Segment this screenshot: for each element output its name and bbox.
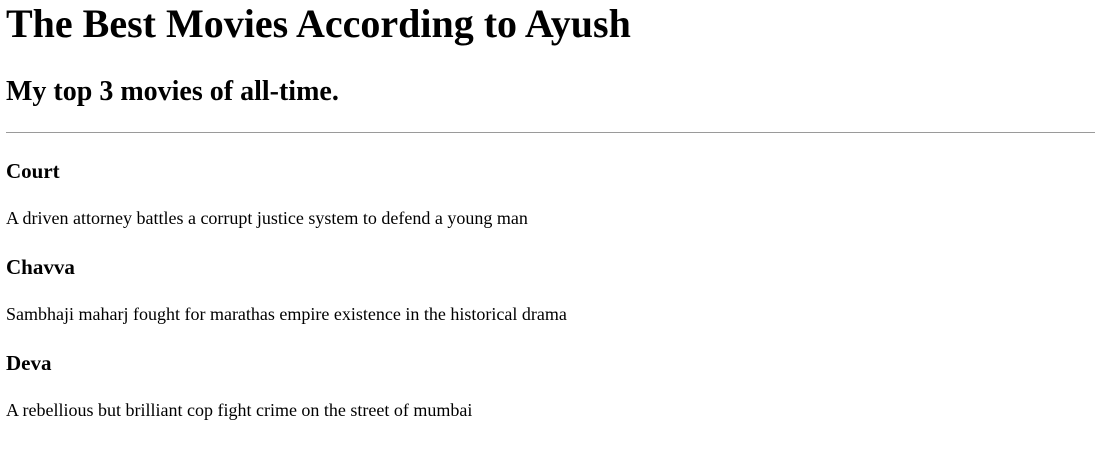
movie-description: A driven attorney battles a corrupt just… [6, 208, 528, 228]
movie-title: Chavva [6, 255, 75, 279]
movie-item-court: Court A driven attorney battles a corrup… [6, 133, 1095, 229]
movie-description: A rebellious but brilliant cop fight cri… [6, 400, 473, 420]
movie-description: Sambhaji maharj fought for marathas empi… [6, 304, 567, 324]
movie-item-chavva: Chavva Sambhaji maharj fought for marath… [6, 229, 1095, 325]
page: The Best Movies According to Ayush My to… [0, 0, 1095, 421]
page-title: The Best Movies According to Ayush [6, 1, 631, 46]
page-subtitle: My top 3 movies of all-time. [6, 76, 339, 107]
movie-title: Court [6, 159, 60, 183]
movie-title: Deva [6, 351, 52, 375]
movie-list: Court A driven attorney battles a corrup… [6, 133, 1095, 421]
movie-item-deva: Deva A rebellious but brilliant cop figh… [6, 325, 1095, 421]
